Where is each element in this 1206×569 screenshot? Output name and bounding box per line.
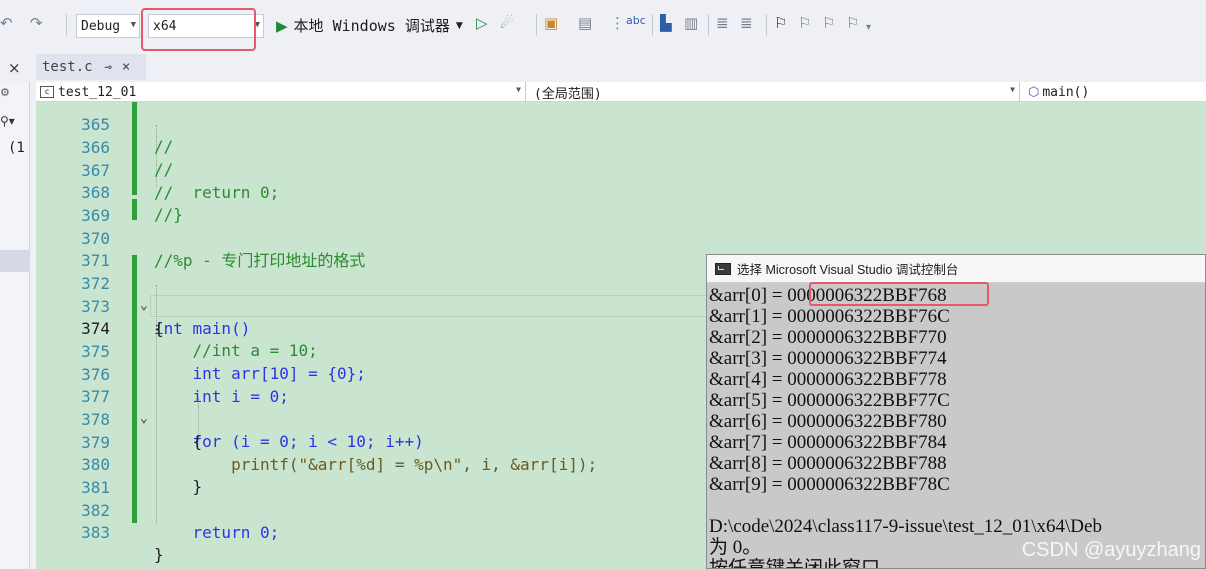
console-output-line: &arr[2] = 0000006322BBF770 (709, 327, 947, 348)
console-output-line: &arr[7] = 0000006322BBF784 (709, 432, 947, 453)
chevron-down-icon: ▼ (516, 85, 521, 94)
chevron-down-icon: ▼ (130, 20, 136, 30)
code-line[interactable]: 366 // (36, 114, 1206, 180)
grip-icon: ⋮ (610, 14, 625, 32)
cube-icon: ⬡ (1028, 84, 1040, 100)
console-path-line: D:\code\2024\class117-9-issue\test_12_01… (709, 516, 1102, 537)
chevron-down-icon: ▼ (1010, 85, 1015, 94)
prev-bookmark-icon[interactable]: ⚐ (798, 14, 811, 32)
settings-icon[interactable]: ⚙ (0, 86, 10, 99)
code-line[interactable]: 365 // (36, 102, 1206, 157)
comment-icon[interactable]: ▙ (660, 14, 672, 32)
toolbar-separator (66, 14, 67, 36)
console-output-line: &arr[5] = 0000006322BBF77C (709, 390, 950, 411)
window-layout-icon[interactable]: ▤ (578, 14, 592, 32)
console-output-line: &arr[9] = 0000006322BBF78C (709, 474, 950, 495)
code-line[interactable]: 371 (36, 227, 1206, 270)
code-line[interactable]: 370 //%p - 专门打印地址的格式 (36, 205, 1206, 271)
open-folder-icon[interactable]: ▣ (544, 14, 558, 32)
tab-test-c[interactable]: test.c ⊸ × (36, 54, 146, 80)
outdent-icon[interactable]: ≣ (716, 14, 729, 32)
left-panel-selection[interactable] (0, 250, 30, 272)
toolbar-separator (766, 14, 767, 36)
redo-icon[interactable]: ↷ (30, 14, 43, 32)
console-title-bar[interactable]: 选择 Microsoft Visual Studio 调试控制台 (707, 255, 1205, 283)
toolbar-overflow-icon[interactable]: ▾ (866, 22, 871, 33)
toolbar-separator (652, 14, 653, 36)
start-without-debugging-icon[interactable]: ▷ (476, 14, 488, 32)
project-icon: c (40, 86, 54, 98)
chevron-down-icon: ▼ (455, 20, 463, 31)
console-output-line: &arr[6] = 0000006322BBF780 (709, 411, 947, 432)
address-highlight-box (809, 282, 989, 306)
main-toolbar: ↶ ↷ Debug ▼ x64 ▼ ▶ 本地 Windows 调试器 ▼ ▷ ☄… (0, 0, 1206, 52)
platform-highlight-box (141, 8, 256, 51)
configuration-value: Debug (81, 18, 121, 34)
start-debugging-label: 本地 Windows 调试器 (293, 17, 450, 35)
close-icon[interactable]: × (122, 59, 130, 75)
clear-bookmarks-icon[interactable]: ⚐ (846, 14, 859, 32)
configuration-dropdown[interactable]: Debug ▼ (76, 14, 140, 38)
code-line[interactable]: 368 //} (36, 159, 1206, 225)
line-code: } (154, 545, 164, 565)
console-title: 选择 Microsoft Visual Studio 调试控制台 (737, 263, 959, 277)
search-icon[interactable]: ⚲▾ (0, 114, 15, 128)
scope-value: (全局范围) (534, 86, 602, 102)
project-dropdown[interactable]: c test_12_01 ▼ (38, 82, 526, 102)
document-tab-row: × test.c ⊸ × (0, 52, 1206, 82)
hot-reload-icon[interactable]: ☄ (500, 14, 513, 32)
left-panel-text: (1 (8, 140, 25, 156)
indent-icon[interactable]: ≣ (740, 14, 753, 32)
undo-icon[interactable]: ↶ (0, 14, 13, 32)
line-code: return 0; (154, 523, 280, 543)
toolbar-separator (536, 14, 537, 36)
member-dropdown[interactable]: ⬡ main() (1024, 82, 1206, 102)
debug-console-window[interactable]: 选择 Microsoft Visual Studio 调试控制台 &arr[0]… (706, 254, 1206, 569)
uncomment-icon[interactable]: ▥ (684, 14, 698, 32)
watermark: CSDN @ayuyzhang (1021, 539, 1201, 561)
console-exit-line: 为 0。 (709, 537, 762, 558)
spell-check-icon[interactable]: abc (626, 14, 646, 27)
toolbar-separator (708, 14, 709, 36)
console-output-line: &arr[3] = 0000006322BBF774 (709, 348, 947, 369)
play-icon: ▶ (276, 16, 288, 35)
console-output-line: &arr[8] = 0000006322BBF788 (709, 453, 947, 474)
next-bookmark-icon[interactable]: ⚐ (822, 14, 835, 32)
console-close-hint: 按任意键关闭此窗口 (709, 558, 881, 569)
console-output-line: &arr[4] = 0000006322BBF778 (709, 369, 947, 390)
pin-icon[interactable]: ⊸ (105, 60, 112, 74)
project-name: test_12_01 (58, 84, 137, 100)
member-value: main() (1042, 84, 1090, 100)
scope-dropdown[interactable]: (全局范围) ▼ (530, 82, 1020, 102)
code-line[interactable]: 369 (36, 182, 1206, 225)
left-panel-strip: ⚙ ⚲▾ (1 (0, 82, 30, 569)
start-debugging-button[interactable]: ▶ 本地 Windows 调试器 ▼ (276, 15, 463, 36)
console-output-line: &arr[1] = 0000006322BBF76C (709, 306, 950, 327)
line-number: 383 (81, 522, 110, 542)
close-icon[interactable]: × (8, 59, 21, 77)
console-app-icon (715, 262, 731, 275)
navigation-bar: c test_12_01 ▼ (全局范围) ▼ ⬡ main() (36, 82, 1206, 102)
tab-label: test.c (42, 59, 93, 75)
bookmark-icon[interactable]: ⚐ (774, 14, 787, 32)
code-line[interactable]: 367 // return 0; (36, 137, 1206, 203)
